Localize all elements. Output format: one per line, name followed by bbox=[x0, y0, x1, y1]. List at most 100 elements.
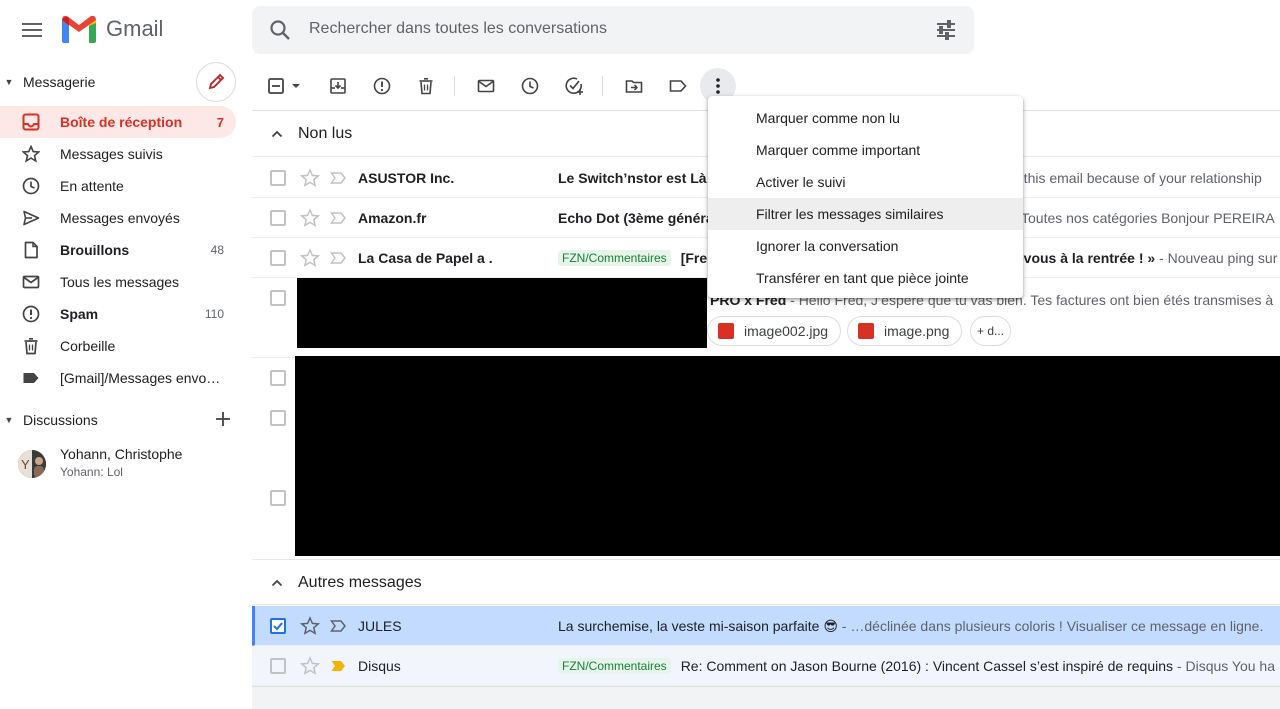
add-to-tasks-button[interactable] bbox=[560, 72, 588, 100]
attachment-chip[interactable]: image002.jpg bbox=[707, 316, 842, 346]
sidebar-item-label: Messages envoyés bbox=[60, 210, 180, 226]
sidebar-item-sent[interactable]: Messages envoyés bbox=[0, 202, 236, 234]
importance-marker-icon[interactable] bbox=[330, 210, 346, 226]
chat-conversation[interactable]: Y Yohann, Christophe Yohann: Lol bbox=[18, 446, 248, 482]
bottom-bar bbox=[252, 686, 1280, 709]
importance-marker-icon[interactable] bbox=[330, 250, 346, 266]
sidebar-item-label: [Gmail]/Messages envo… bbox=[60, 370, 221, 386]
sidebar-item-label: Messages suivis bbox=[60, 146, 163, 162]
label-icon bbox=[22, 369, 40, 387]
send-icon bbox=[22, 209, 40, 227]
label-icon bbox=[669, 80, 687, 92]
menu-item-forward-attachment[interactable]: Transférer en tant que pièce jointe bbox=[708, 262, 1023, 294]
move-to-folder-icon bbox=[625, 80, 643, 93]
mark-unread-button[interactable] bbox=[472, 72, 500, 100]
more-attachments-chip[interactable]: + d... bbox=[970, 316, 1012, 346]
email-subject: La surchemise, la veste mi-saison parfai… bbox=[558, 618, 1280, 635]
menu-item-mute[interactable]: Ignorer la conversation bbox=[708, 230, 1023, 262]
email-snippet: Toutes nos catégories Bonjour PEREIRA bbox=[1021, 210, 1275, 226]
main-menu-icon[interactable] bbox=[16, 14, 48, 46]
email-sender: La Casa de Papel a . bbox=[358, 250, 493, 266]
compose-button[interactable] bbox=[196, 62, 236, 102]
mail-section-title: Messagerie bbox=[23, 74, 96, 90]
section-title: Autres messages bbox=[298, 574, 422, 591]
sidebar-item-starred[interactable]: Messages suivis bbox=[0, 138, 236, 170]
row-checkbox[interactable] bbox=[270, 290, 286, 306]
move-to-button[interactable] bbox=[620, 72, 648, 100]
caret-down-icon: ▼ bbox=[4, 415, 14, 425]
archive-button[interactable] bbox=[324, 72, 352, 100]
search-icon[interactable] bbox=[268, 18, 292, 42]
chevron-up-icon[interactable] bbox=[270, 127, 284, 141]
email-snippet: z-vous à la rentrée ! » - Nouveau ping s… bbox=[1012, 250, 1277, 266]
search-bar[interactable]: Rechercher dans toutes les conversations bbox=[252, 6, 974, 54]
caret-down-icon: ▼ bbox=[4, 77, 14, 87]
sidebar-item-gmail-sent-label[interactable]: [Gmail]/Messages envo… bbox=[0, 362, 236, 394]
toolbar-divider bbox=[454, 76, 455, 96]
search-input[interactable]: Rechercher dans toutes les conversations bbox=[309, 20, 607, 38]
star-icon[interactable] bbox=[299, 248, 321, 268]
menu-item-mark-unread[interactable]: Marquer comme non lu bbox=[708, 102, 1023, 134]
add-chat-icon[interactable] bbox=[214, 410, 232, 431]
snooze-button[interactable] bbox=[516, 72, 544, 100]
delete-button[interactable] bbox=[412, 72, 440, 100]
search-options-icon[interactable] bbox=[934, 18, 958, 42]
gmail-logo[interactable]: Gmail bbox=[60, 14, 163, 44]
redacted-area bbox=[295, 356, 1280, 556]
row-checkbox[interactable] bbox=[270, 490, 286, 506]
email-sender: Amazon.fr bbox=[358, 210, 427, 226]
more-actions-menu: Marquer comme non lu Marquer comme impor… bbox=[708, 96, 1023, 298]
archive-icon bbox=[330, 78, 346, 94]
label-chip[interactable]: FZN/Commentaires bbox=[558, 250, 671, 266]
sidebar-item-drafts[interactable]: Brouillons 48 bbox=[0, 234, 236, 266]
email-snippet: - Disqus You ha bbox=[1173, 658, 1275, 674]
attachment-chip[interactable]: image.png bbox=[847, 316, 963, 346]
sidebar-item-trash[interactable]: Corbeille bbox=[0, 330, 236, 362]
spam-icon bbox=[22, 305, 40, 323]
row-checkbox[interactable] bbox=[270, 250, 286, 266]
section-others-header[interactable]: Autres messages bbox=[252, 559, 1280, 605]
report-spam-button[interactable] bbox=[368, 72, 396, 100]
importance-marker-icon[interactable] bbox=[330, 170, 346, 186]
email-snippet-tail: - Nouveau ping sur bbox=[1155, 250, 1278, 266]
star-icon[interactable] bbox=[299, 208, 321, 228]
unread-count: 7 bbox=[216, 115, 224, 130]
row-checkbox[interactable] bbox=[270, 370, 286, 386]
sidebar-item-inbox[interactable]: Boîte de réception 7 bbox=[0, 106, 236, 138]
svg-text:Y: Y bbox=[21, 457, 30, 472]
star-icon[interactable] bbox=[299, 616, 321, 636]
email-sender: JULES bbox=[358, 618, 402, 634]
spam-count: 110 bbox=[204, 307, 224, 321]
inbox-icon bbox=[22, 113, 40, 131]
star-icon[interactable] bbox=[299, 168, 321, 188]
table-row[interactable]: JULES La surchemise, la veste mi-saison … bbox=[252, 606, 1280, 646]
labels-button[interactable] bbox=[664, 72, 692, 100]
sidebar-item-spam[interactable]: Spam 110 bbox=[0, 298, 236, 330]
sidebar-item-all-mail[interactable]: Tous les messages bbox=[0, 266, 236, 298]
more-attachments-label: + d... bbox=[977, 324, 1005, 338]
row-checkbox[interactable] bbox=[270, 210, 286, 226]
sidebar-item-snoozed[interactable]: En attente bbox=[0, 170, 236, 202]
label-chip[interactable]: FZN/Commentaires bbox=[558, 658, 671, 674]
row-checkbox[interactable] bbox=[270, 618, 286, 634]
menu-item-filter-similar[interactable]: Filtrer les messages similaires bbox=[708, 198, 1023, 230]
select-all-dropdown[interactable] bbox=[266, 72, 306, 100]
mail-icon bbox=[477, 79, 495, 93]
chat-section-header[interactable]: ▼ Discussions bbox=[0, 398, 252, 442]
row-checkbox[interactable] bbox=[270, 170, 286, 186]
chevron-up-icon[interactable] bbox=[270, 576, 284, 590]
drafts-count: 48 bbox=[210, 243, 224, 257]
menu-item-star[interactable]: Activer le suivi bbox=[708, 166, 1023, 198]
toolbar-divider bbox=[602, 76, 603, 96]
row-checkbox[interactable] bbox=[270, 658, 286, 674]
importance-marker-icon[interactable] bbox=[330, 658, 346, 674]
star-icon[interactable] bbox=[299, 656, 321, 676]
row-checkbox[interactable] bbox=[270, 410, 286, 426]
menu-item-mark-important[interactable]: Marquer comme important bbox=[708, 134, 1023, 166]
draft-icon bbox=[22, 241, 40, 259]
table-row[interactable]: Disqus FZN/Commentaires Re: Comment on Ja… bbox=[252, 646, 1280, 686]
chat-preview: Yohann: Lol bbox=[60, 465, 123, 479]
spam-icon bbox=[373, 77, 391, 95]
importance-marker-icon[interactable] bbox=[330, 618, 346, 634]
sidebar-item-label: Spam bbox=[60, 306, 99, 322]
